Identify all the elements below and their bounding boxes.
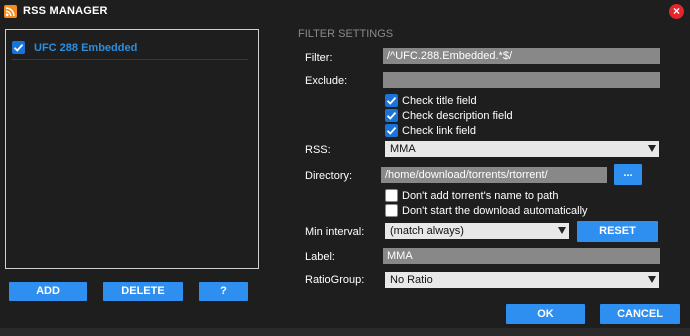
check-description-checkbox[interactable]: [385, 109, 398, 122]
dropdown-arrow-icon: [558, 227, 566, 234]
rss-select[interactable]: MMA: [385, 141, 659, 157]
dropdown-arrow-icon: [648, 276, 656, 283]
check-link-label: Check link field: [402, 125, 476, 137]
exclude-input[interactable]: [383, 72, 660, 88]
min-interval-select[interactable]: (match always): [385, 223, 569, 239]
delete-button[interactable]: DELETE: [103, 282, 183, 301]
reset-button[interactable]: RESET: [577, 221, 658, 242]
no-autostart-label: Don't start the download automatically: [402, 205, 588, 217]
label-field-label: Label:: [305, 251, 335, 263]
close-icon[interactable]: ×: [669, 4, 684, 19]
filter-label: Filter:: [305, 52, 333, 64]
checkbox-icon[interactable]: [12, 41, 25, 54]
check-title-checkbox[interactable]: [385, 94, 398, 107]
window-bottom-border: [0, 328, 690, 336]
filter-list[interactable]: UFC 288 Embedded: [5, 29, 259, 269]
ratio-group-value: No Ratio: [390, 274, 433, 286]
exclude-label: Exclude:: [305, 75, 348, 87]
rss-select-value: MMA: [390, 143, 416, 155]
ratio-group-label: RatioGroup:: [305, 274, 365, 286]
browse-button[interactable]: ...: [614, 164, 642, 185]
cancel-button[interactable]: CANCEL: [600, 304, 680, 324]
ratio-group-select[interactable]: No Ratio: [385, 272, 659, 288]
list-item-label[interactable]: UFC 288 Embedded: [34, 42, 137, 54]
min-interval-value: (match always): [390, 225, 464, 237]
title-bar: RSS MANAGER ×: [0, 0, 690, 24]
add-button[interactable]: ADD: [9, 282, 87, 301]
ok-button[interactable]: OK: [506, 304, 585, 324]
check-link-checkbox[interactable]: [385, 124, 398, 137]
filter-input[interactable]: /^UFC.288.Embedded.*$/: [383, 48, 660, 64]
no-autostart-checkbox[interactable]: [385, 204, 398, 217]
directory-input[interactable]: /home/download/torrents/rtorrent/: [381, 167, 607, 183]
directory-label: Directory:: [305, 170, 353, 182]
min-interval-label: Min interval:: [305, 226, 365, 238]
rss-icon: [4, 5, 17, 18]
check-description-label: Check description field: [402, 110, 513, 122]
rss-label: RSS:: [305, 144, 331, 156]
section-title: FILTER SETTINGS: [298, 28, 394, 40]
no-name-path-checkbox[interactable]: [385, 189, 398, 202]
dropdown-arrow-icon: [648, 145, 656, 152]
label-input[interactable]: MMA: [383, 248, 660, 264]
no-name-path-label: Don't add torrent's name to path: [402, 190, 559, 202]
help-button[interactable]: ?: [199, 282, 248, 301]
list-item[interactable]: UFC 288 Embedded: [12, 39, 248, 60]
check-title-label: Check title field: [402, 95, 477, 107]
window-title: RSS MANAGER: [23, 5, 108, 17]
